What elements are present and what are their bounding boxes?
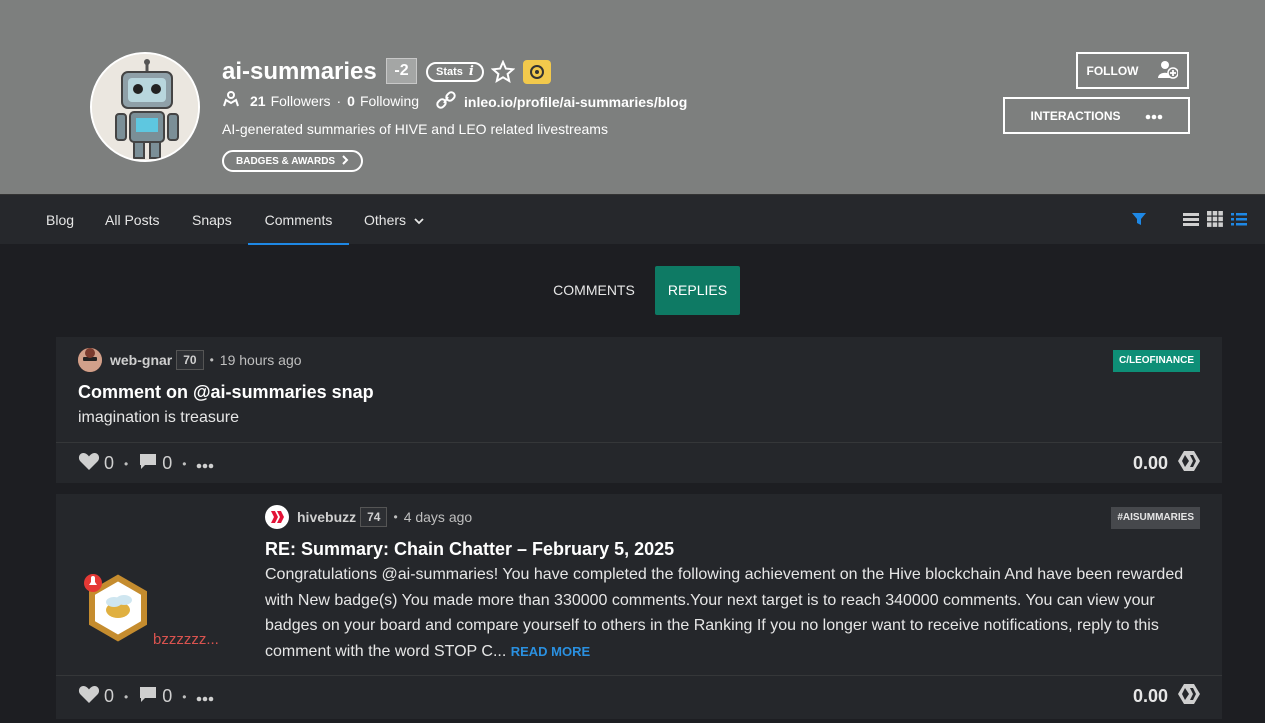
card-divider (56, 442, 1222, 443)
add-user-icon (1156, 59, 1180, 82)
tab-snaps[interactable]: Snaps (192, 195, 232, 245)
like-count: 0 (104, 686, 115, 706)
follow-button[interactable]: FOLLOW (1076, 52, 1189, 89)
post-payout[interactable]: 0.00 (1133, 684, 1200, 709)
tab-comments[interactable]: Comments (248, 195, 349, 245)
comment-icon[interactable] (138, 685, 158, 708)
post-actions: 0 • 0 • (78, 451, 214, 476)
post-payout[interactable]: 0.00 (1133, 451, 1200, 476)
hive-icon (1178, 684, 1200, 709)
interactions-button[interactable]: INTERACTIONS (1003, 97, 1190, 134)
author-reputation: 74 (360, 507, 388, 527)
tab-all-posts[interactable]: All Posts (105, 195, 159, 245)
interactions-label: INTERACTIONS (1030, 108, 1121, 123)
separator-dot: • (209, 353, 214, 367)
author-reputation: 70 (176, 350, 204, 370)
link-icon (436, 91, 456, 112)
payout-value: 0.00 (1132, 686, 1168, 706)
comment-count: 0 (162, 453, 173, 473)
post-body: imagination is treasure (78, 409, 239, 426)
subtab-replies[interactable]: REPLIES (655, 266, 740, 315)
comment-card[interactable]: web-gnar 70 • 19 hours ago C/LEOFINANCE … (56, 337, 1222, 483)
chevron-right-icon (341, 154, 349, 168)
post-actions: 0 • 0 • (78, 684, 214, 709)
author-avatar[interactable] (78, 348, 102, 372)
comment-count: 0 (162, 686, 173, 706)
heart-icon[interactable] (78, 684, 100, 709)
separator-dot: • (182, 689, 187, 704)
compact-list-icon[interactable] (1231, 212, 1247, 231)
comment-card[interactable]: bzzzzzz... hivebuzz 74 • 4 days ago #AIS… (56, 494, 1222, 719)
grid-view-icon[interactable] (1207, 211, 1223, 232)
subtab-comments[interactable]: COMMENTS (540, 266, 648, 315)
more-options-icon (1145, 109, 1163, 123)
profile-avatar[interactable] (90, 52, 200, 162)
community-tag[interactable]: #AISUMMARIES (1111, 507, 1200, 529)
profile-link[interactable]: inleo.io/profile/ai-summaries/blog (436, 91, 687, 112)
thumbnail-text: bzzzzzz... (153, 631, 219, 648)
author-name[interactable]: hivebuzz (297, 509, 356, 525)
stats-label: Stats (436, 66, 463, 78)
separator-dot: · (336, 92, 342, 109)
tab-others[interactable]: Others (364, 195, 424, 245)
tab-others-label: Others (364, 212, 407, 228)
separator-dot: • (124, 456, 129, 471)
like-count: 0 (104, 453, 115, 473)
followers-label[interactable]: Followers (271, 93, 331, 109)
follow-stats: 21 Followers · 0 Following (222, 91, 419, 110)
separator-dot: • (393, 510, 398, 524)
author-avatar[interactable] (265, 505, 289, 529)
more-icon[interactable] (196, 453, 214, 474)
post-title[interactable]: RE: Summary: Chain Chatter – February 5,… (265, 539, 674, 560)
post-body-text: Congratulations @ai-summaries! You have … (265, 566, 1184, 660)
tab-blog[interactable]: Blog (46, 195, 74, 245)
post-meta: hivebuzz 74 • 4 days ago (265, 505, 472, 529)
following-count[interactable]: 0 (347, 93, 355, 109)
hivebuzz-icon[interactable] (523, 60, 551, 84)
community-tag[interactable]: C/LEOFINANCE (1113, 350, 1200, 372)
stats-button[interactable]: Stats i (426, 62, 484, 82)
profile-header: ai-summaries -2 Stats i 21 Followers · 0… (0, 0, 1265, 194)
view-controls (1131, 211, 1247, 232)
post-thumbnail[interactable]: bzzzzzz... (78, 548, 243, 678)
robot-avatar-icon (92, 54, 198, 160)
followers-count[interactable]: 21 (250, 93, 266, 109)
followers-icon (222, 91, 240, 110)
following-label[interactable]: Following (360, 93, 419, 109)
separator-dot: • (124, 689, 129, 704)
star-icon[interactable] (490, 59, 516, 84)
hive-icon (1178, 451, 1200, 476)
profile-nav: Blog All Posts Snaps Comments Others (0, 194, 1265, 245)
post-body: Congratulations @ai-summaries! You have … (265, 562, 1195, 664)
post-meta: web-gnar 70 • 19 hours ago (78, 348, 302, 372)
card-divider (56, 675, 1222, 676)
author-name[interactable]: web-gnar (110, 352, 172, 368)
post-title[interactable]: Comment on @ai-summaries snap (78, 382, 374, 403)
filter-icon[interactable] (1131, 211, 1147, 232)
badges-awards-button[interactable]: BADGES & AWARDS (222, 150, 364, 172)
payout-value: 0.00 (1132, 453, 1168, 473)
profile-link-text[interactable]: inleo.io/profile/ai-summaries/blog (464, 94, 687, 110)
post-time: 4 days ago (403, 509, 473, 525)
post-time: 19 hours ago (219, 352, 302, 368)
chevron-down-icon (414, 195, 424, 245)
heart-icon[interactable] (78, 451, 100, 476)
profile-username: ai-summaries (222, 58, 377, 85)
list-view-icon[interactable] (1183, 212, 1199, 231)
profile-bio: AI-generated summaries of HIVE and LEO r… (222, 121, 608, 137)
read-more-link[interactable]: READ MORE (511, 644, 590, 659)
reputation-badge: -2 (386, 58, 417, 84)
follow-label: FOLLOW (1086, 63, 1139, 78)
info-icon: i (468, 64, 474, 79)
separator-dot: • (182, 456, 187, 471)
comment-icon[interactable] (138, 452, 158, 475)
badges-label: BADGES & AWARDS (236, 155, 336, 167)
more-icon[interactable] (196, 686, 214, 707)
